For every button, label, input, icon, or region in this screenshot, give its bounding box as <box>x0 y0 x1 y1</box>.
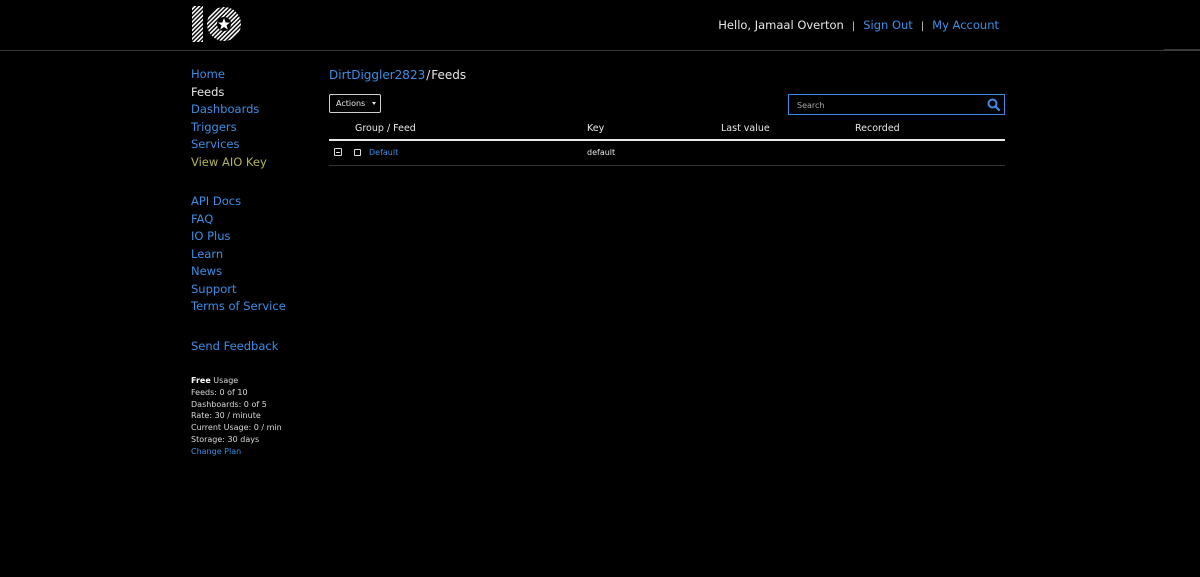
search-icon[interactable] <box>987 98 1000 111</box>
usage-feeds: Feeds: 0 of 10 <box>191 387 248 397</box>
plan-suffix: Usage <box>213 376 239 385</box>
io-logo[interactable] <box>191 5 243 43</box>
nav-io-plus[interactable]: IO Plus <box>191 228 311 246</box>
sidebar: Home Feeds Dashboards Triggers Services … <box>191 66 311 458</box>
separator: | <box>851 20 856 32</box>
nav-feeds[interactable]: Feeds <box>191 84 311 102</box>
nav-api-docs[interactable]: API Docs <box>191 193 311 211</box>
actions-dropdown-button[interactable]: Actions <box>329 94 381 113</box>
header-recorded[interactable]: Recorded <box>855 123 900 134</box>
header-key[interactable]: Key <box>587 123 604 134</box>
usage-current: Current Usage: 0 / min <box>191 423 282 433</box>
breadcrumb-user[interactable]: DirtDiggler2823 <box>329 68 425 82</box>
nav-home[interactable]: Home <box>191 66 311 84</box>
nav-learn[interactable]: Learn <box>191 246 311 264</box>
search-box <box>788 94 1005 116</box>
separator: | <box>920 20 925 32</box>
nav-triggers[interactable]: Triggers <box>191 119 311 137</box>
caret-down-icon <box>371 102 376 105</box>
scroll-indicator <box>1164 49 1200 51</box>
usage-plan: Free Usage <box>191 375 311 387</box>
primary-nav: Home Feeds Dashboards Triggers Services … <box>191 66 311 171</box>
sign-out-link[interactable]: Sign Out <box>863 18 913 32</box>
my-account-link[interactable]: My Account <box>932 18 999 32</box>
feeds-table: Group / Feed Key Last value Recorded Def… <box>329 121 1005 166</box>
nav-terms-of-service[interactable]: Terms of Service <box>191 298 311 316</box>
feedback-nav: Send Feedback <box>191 338 311 356</box>
nav-news[interactable]: News <box>191 263 311 281</box>
table-row: Default default <box>329 141 1005 166</box>
change-plan-link[interactable]: Change Plan <box>191 446 311 458</box>
main-content: DirtDiggler2823/Feeds Actions Group / Fe… <box>329 66 1005 166</box>
feed-key: default <box>587 148 616 157</box>
nav-support[interactable]: Support <box>191 281 311 299</box>
search-input[interactable] <box>789 95 989 116</box>
table-header: Group / Feed Key Last value Recorded <box>329 121 1005 141</box>
usage-panel: Free Usage Feeds: 0 of 10 Dashboards: 0 … <box>191 375 311 458</box>
usage-storage: Storage: 30 days <box>191 434 260 444</box>
user-bar: Hello, Jamaal Overton | Sign Out | My Ac… <box>718 18 999 32</box>
header-group-feed[interactable]: Group / Feed <box>355 123 416 134</box>
breadcrumb-page: Feeds <box>431 68 467 82</box>
nav-faq[interactable]: FAQ <box>191 211 311 229</box>
breadcrumb: DirtDiggler2823/Feeds <box>329 66 1005 84</box>
header-last-value[interactable]: Last value <box>721 123 770 134</box>
nav-dashboards[interactable]: Dashboards <box>191 101 311 119</box>
actions-label: Actions <box>336 99 366 108</box>
usage-rate: Rate: 30 / minute <box>191 411 261 421</box>
send-feedback-link[interactable]: Send Feedback <box>191 338 311 356</box>
nav-view-aio-key[interactable]: View AIO Key <box>191 154 311 172</box>
feed-link[interactable]: Default <box>369 148 398 157</box>
nav-services[interactable]: Services <box>191 136 311 154</box>
row-checkbox[interactable] <box>354 149 361 156</box>
top-bar: Hello, Jamaal Overton | Sign Out | My Ac… <box>0 0 1200 51</box>
usage-dashboards: Dashboards: 0 of 5 <box>191 399 267 409</box>
greeting: Hello, Jamaal Overton <box>718 18 844 32</box>
plan-name: Free <box>191 376 211 385</box>
breadcrumb-separator: / <box>426 68 431 82</box>
collapse-icon[interactable] <box>334 148 342 156</box>
secondary-nav: API Docs FAQ IO Plus Learn News Support … <box>191 193 311 316</box>
